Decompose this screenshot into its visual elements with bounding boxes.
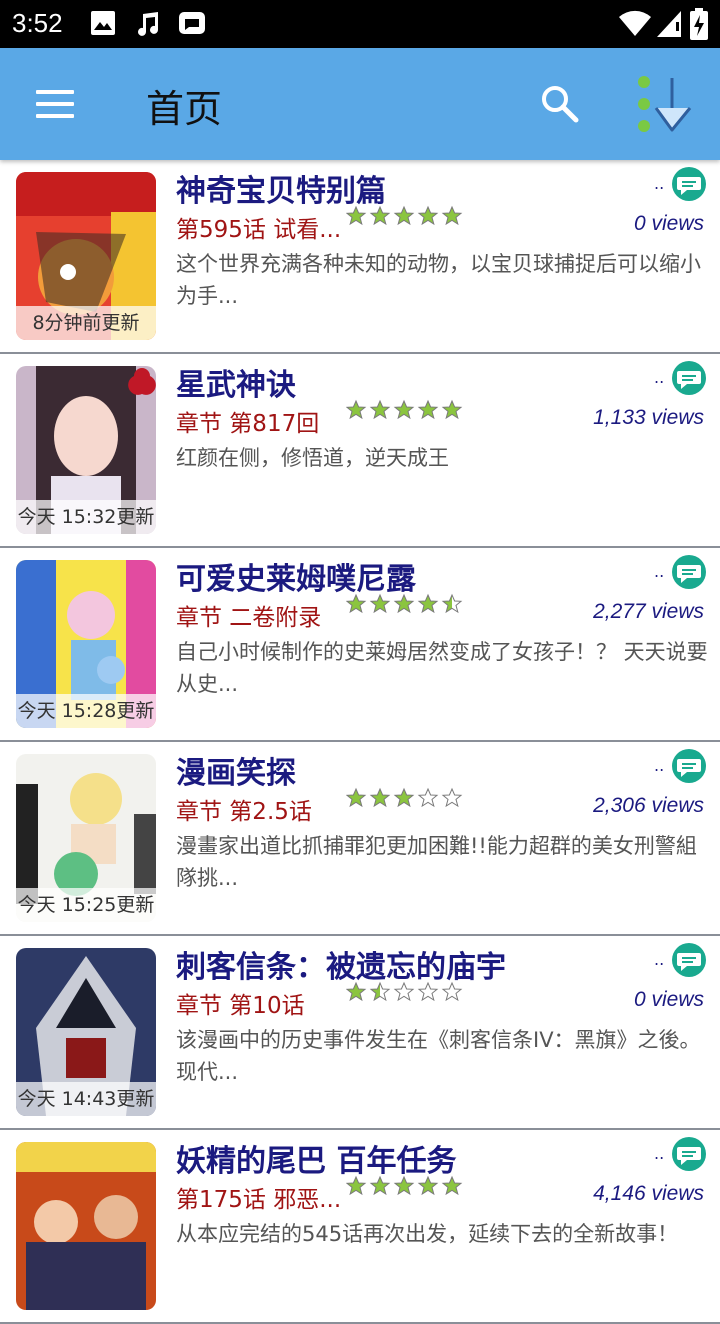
wifi-icon — [619, 10, 651, 37]
star-icon — [393, 593, 415, 614]
view-count: 0 views — [633, 988, 704, 1011]
message-notification-icon — [179, 12, 205, 34]
star-icon — [369, 1175, 391, 1196]
app-bar: 首页 — [0, 48, 720, 160]
star-icon — [441, 399, 463, 420]
more-dots: .. — [654, 756, 665, 775]
comic-description: 自己小时候制作的史莱姆居然变成了女孩子！？ 天天说要从史... — [176, 640, 708, 696]
chapter-label: 第595话 试看... — [176, 217, 342, 243]
star-icon — [346, 205, 367, 226]
list-item[interactable]: 今天 15:28更新 可爱史莱姆噗尼露 章节 二卷附录.. 2,277 views 自己… — [0, 548, 720, 742]
star-icon — [369, 593, 391, 614]
list-item[interactable]: 今天 15:25更新 漫画笑探章节 第2.5话.. 2,306 views 漫畫家出道… — [0, 742, 720, 936]
music-notification-icon — [138, 12, 158, 36]
comment-icon[interactable] — [670, 360, 708, 396]
comic-description: 该漫画中的历史事件发生在《刺客信条IV：黑旗》之後。现代... — [176, 1028, 701, 1084]
star-icon — [441, 1175, 463, 1196]
star-icon — [346, 1175, 367, 1196]
more-dots: .. — [654, 1144, 665, 1163]
update-time: 今天 15:28更新 — [16, 694, 156, 728]
view-count: 0 views — [633, 212, 704, 235]
view-count: 2,277 views — [593, 600, 704, 623]
more-dots: .. — [654, 174, 665, 193]
comic-description: 红颜在侧，修悟道，逆天成王 — [176, 446, 449, 470]
star-icon — [417, 205, 439, 226]
list-item[interactable]: 今天 15:32更新 星武神诀章节 第817回.. 1,133 views 红颜在侧，… — [0, 354, 720, 548]
star-icon — [369, 981, 391, 1002]
comment-icon[interactable] — [670, 748, 708, 784]
rating-stars — [346, 787, 463, 808]
comic-description: 漫畫家出道比抓捕罪犯更加困難!!能力超群的美女刑警組隊挑... — [176, 834, 697, 890]
menu-icon[interactable] — [36, 88, 76, 120]
comic-cover[interactable]: 今天 15:32更新 — [16, 366, 156, 534]
star-icon — [417, 1175, 439, 1196]
rating-stars — [346, 205, 463, 226]
comic-description: 这个世界充满各种未知的动物，以宝贝球捕捉后可以缩小为手... — [176, 252, 701, 308]
search-icon[interactable] — [540, 84, 580, 124]
comment-icon[interactable] — [670, 1136, 708, 1172]
comic-title: 星武神诀 — [176, 368, 296, 403]
more-dots: .. — [654, 368, 665, 387]
star-icon — [441, 205, 463, 226]
more-dots: .. — [654, 562, 665, 581]
view-count: 1,133 views — [593, 406, 704, 429]
update-time: 8分钟前更新 — [16, 306, 156, 340]
comic-cover[interactable] — [16, 1142, 156, 1310]
rating-stars — [346, 1175, 463, 1196]
star-icon — [346, 593, 367, 614]
update-time: 今天 15:25更新 — [16, 888, 156, 922]
comic-list: 8分钟前更新 神奇宝贝特别篇 第595话 试看..... 0 views 这个世界充满各… — [0, 160, 720, 1324]
image-notification-icon — [91, 11, 115, 35]
star-icon — [393, 981, 415, 1002]
star-icon — [346, 981, 367, 1002]
view-count: 4,146 views — [593, 1182, 704, 1205]
comic-description: 从本应完结的545话再次出发，延续下去的全新故事！ — [176, 1222, 679, 1246]
comic-cover[interactable]: 今天 15:25更新 — [16, 754, 156, 922]
rating-stars — [346, 593, 463, 614]
rating-stars — [346, 981, 463, 1002]
signal-icon — [657, 11, 681, 37]
page-title: 首页 — [146, 87, 223, 131]
star-icon — [393, 205, 415, 226]
star-icon — [393, 399, 415, 420]
star-icon — [393, 787, 415, 808]
update-time: 今天 14:43更新 — [16, 1082, 156, 1116]
view-count: 2,306 views — [593, 794, 704, 817]
star-icon — [441, 593, 463, 614]
comic-cover[interactable]: 今天 14:43更新 — [16, 948, 156, 1116]
star-icon — [417, 981, 439, 1002]
star-icon — [369, 205, 391, 226]
list-item[interactable]: 今天 14:43更新 刺客信条：被遗忘的庙宇 章节 第10话.. 0 views 该漫画… — [0, 936, 720, 1130]
comic-cover[interactable]: 8分钟前更新 — [16, 172, 156, 340]
battery-icon — [690, 8, 708, 40]
chapter-label: 章节 第817回 — [176, 411, 320, 437]
star-icon — [346, 399, 367, 420]
list-item[interactable]: 8分钟前更新 神奇宝贝特别篇 第595话 试看..... 0 views 这个世界充满各… — [0, 160, 720, 354]
star-icon — [441, 787, 463, 808]
download-icon[interactable] — [634, 74, 694, 136]
star-icon — [369, 399, 391, 420]
comic-title: 漫画笑探 — [176, 756, 296, 791]
chapter-label: 第175话 邪恶... — [176, 1187, 342, 1213]
status-time: 3:52 — [12, 8, 63, 38]
chapter-label: 章节 第2.5话 — [176, 799, 312, 825]
star-icon — [393, 1175, 415, 1196]
comment-icon[interactable] — [670, 942, 708, 978]
update-time: 今天 15:32更新 — [16, 500, 156, 534]
rating-stars — [346, 399, 463, 420]
comic-cover[interactable]: 今天 15:28更新 — [16, 560, 156, 728]
more-dots: .. — [654, 950, 665, 969]
star-icon — [417, 593, 439, 614]
chapter-label: 章节 二卷附录 — [176, 605, 322, 631]
star-icon — [417, 399, 439, 420]
comment-icon[interactable] — [670, 554, 708, 590]
star-icon — [441, 981, 463, 1002]
star-icon — [369, 787, 391, 808]
list-item[interactable]: 妖精的尾巴 百年任务 第175话 邪恶..... 4,146 views 从本应完结的… — [0, 1130, 720, 1324]
status-bar: 3:52 — [0, 0, 720, 48]
comment-icon[interactable] — [670, 166, 708, 202]
star-icon — [346, 787, 367, 808]
chapter-label: 章节 第10话 — [176, 993, 305, 1019]
star-icon — [417, 787, 439, 808]
